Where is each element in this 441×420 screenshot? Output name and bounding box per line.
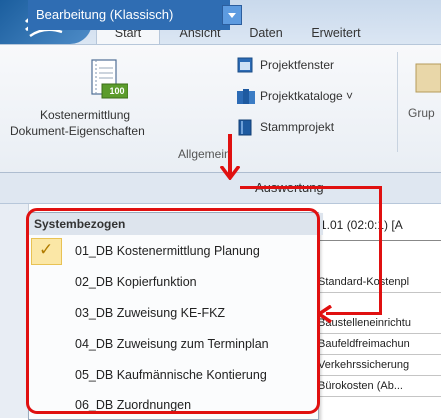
view-dropdown-button[interactable] (222, 5, 242, 25)
table-row[interactable]: Verkehrssicherung (318, 355, 441, 376)
left-strip (0, 204, 29, 418)
projektfenster-label: Projektfenster (260, 58, 335, 72)
tab-erweitert[interactable]: Erweitert (300, 22, 372, 44)
kostenermittlung-button[interactable]: 100 Kostenermittlung Dokument-Eigenschaf… (6, 50, 186, 144)
annotation-box (26, 208, 320, 414)
document-info: 1.01 (02:0:1) [A (320, 218, 403, 232)
ribbon-group-label: Allgemein (178, 147, 231, 161)
table-row[interactable]: Bürokosten (Ab... (318, 376, 441, 397)
group-icon (415, 63, 441, 93)
table-row[interactable]: Baufeldfreimachun (318, 334, 441, 355)
table-row[interactable]: Baustelleneinrichtu (318, 313, 441, 334)
annotation-connector (240, 186, 382, 189)
big-button-label-2: Dokument-Eigenschaften (10, 124, 145, 138)
ribbon-partial-label[interactable]: Grup (408, 106, 435, 120)
annotation-connector (379, 186, 382, 315)
projektkataloge-label: Projektkataloge ˅ (260, 89, 354, 103)
bearbeitung-tab[interactable]: Bearbeitung (Klassisch) (28, 0, 230, 30)
projektfenster-button[interactable]: Projektfenster (236, 55, 396, 77)
icon-number: 100 (109, 86, 125, 96)
arrow-down-icon (220, 166, 240, 180)
book-icon (238, 119, 252, 136)
ribbon-separator (397, 52, 398, 152)
arrow-left-icon (317, 305, 332, 323)
window-icon (237, 57, 253, 73)
books-icon (237, 89, 255, 104)
annotation-connector (326, 312, 382, 315)
projektkataloge-button[interactable]: Projektkataloge ˅ (236, 86, 396, 108)
stammprojekt-label: Stammprojekt (260, 120, 335, 134)
tab-daten[interactable]: Daten (238, 22, 294, 44)
chevron-down-icon (228, 13, 236, 18)
stammprojekt-button[interactable]: Stammprojekt (236, 117, 396, 139)
big-button-label-1: Kostenermittlung (40, 108, 131, 122)
